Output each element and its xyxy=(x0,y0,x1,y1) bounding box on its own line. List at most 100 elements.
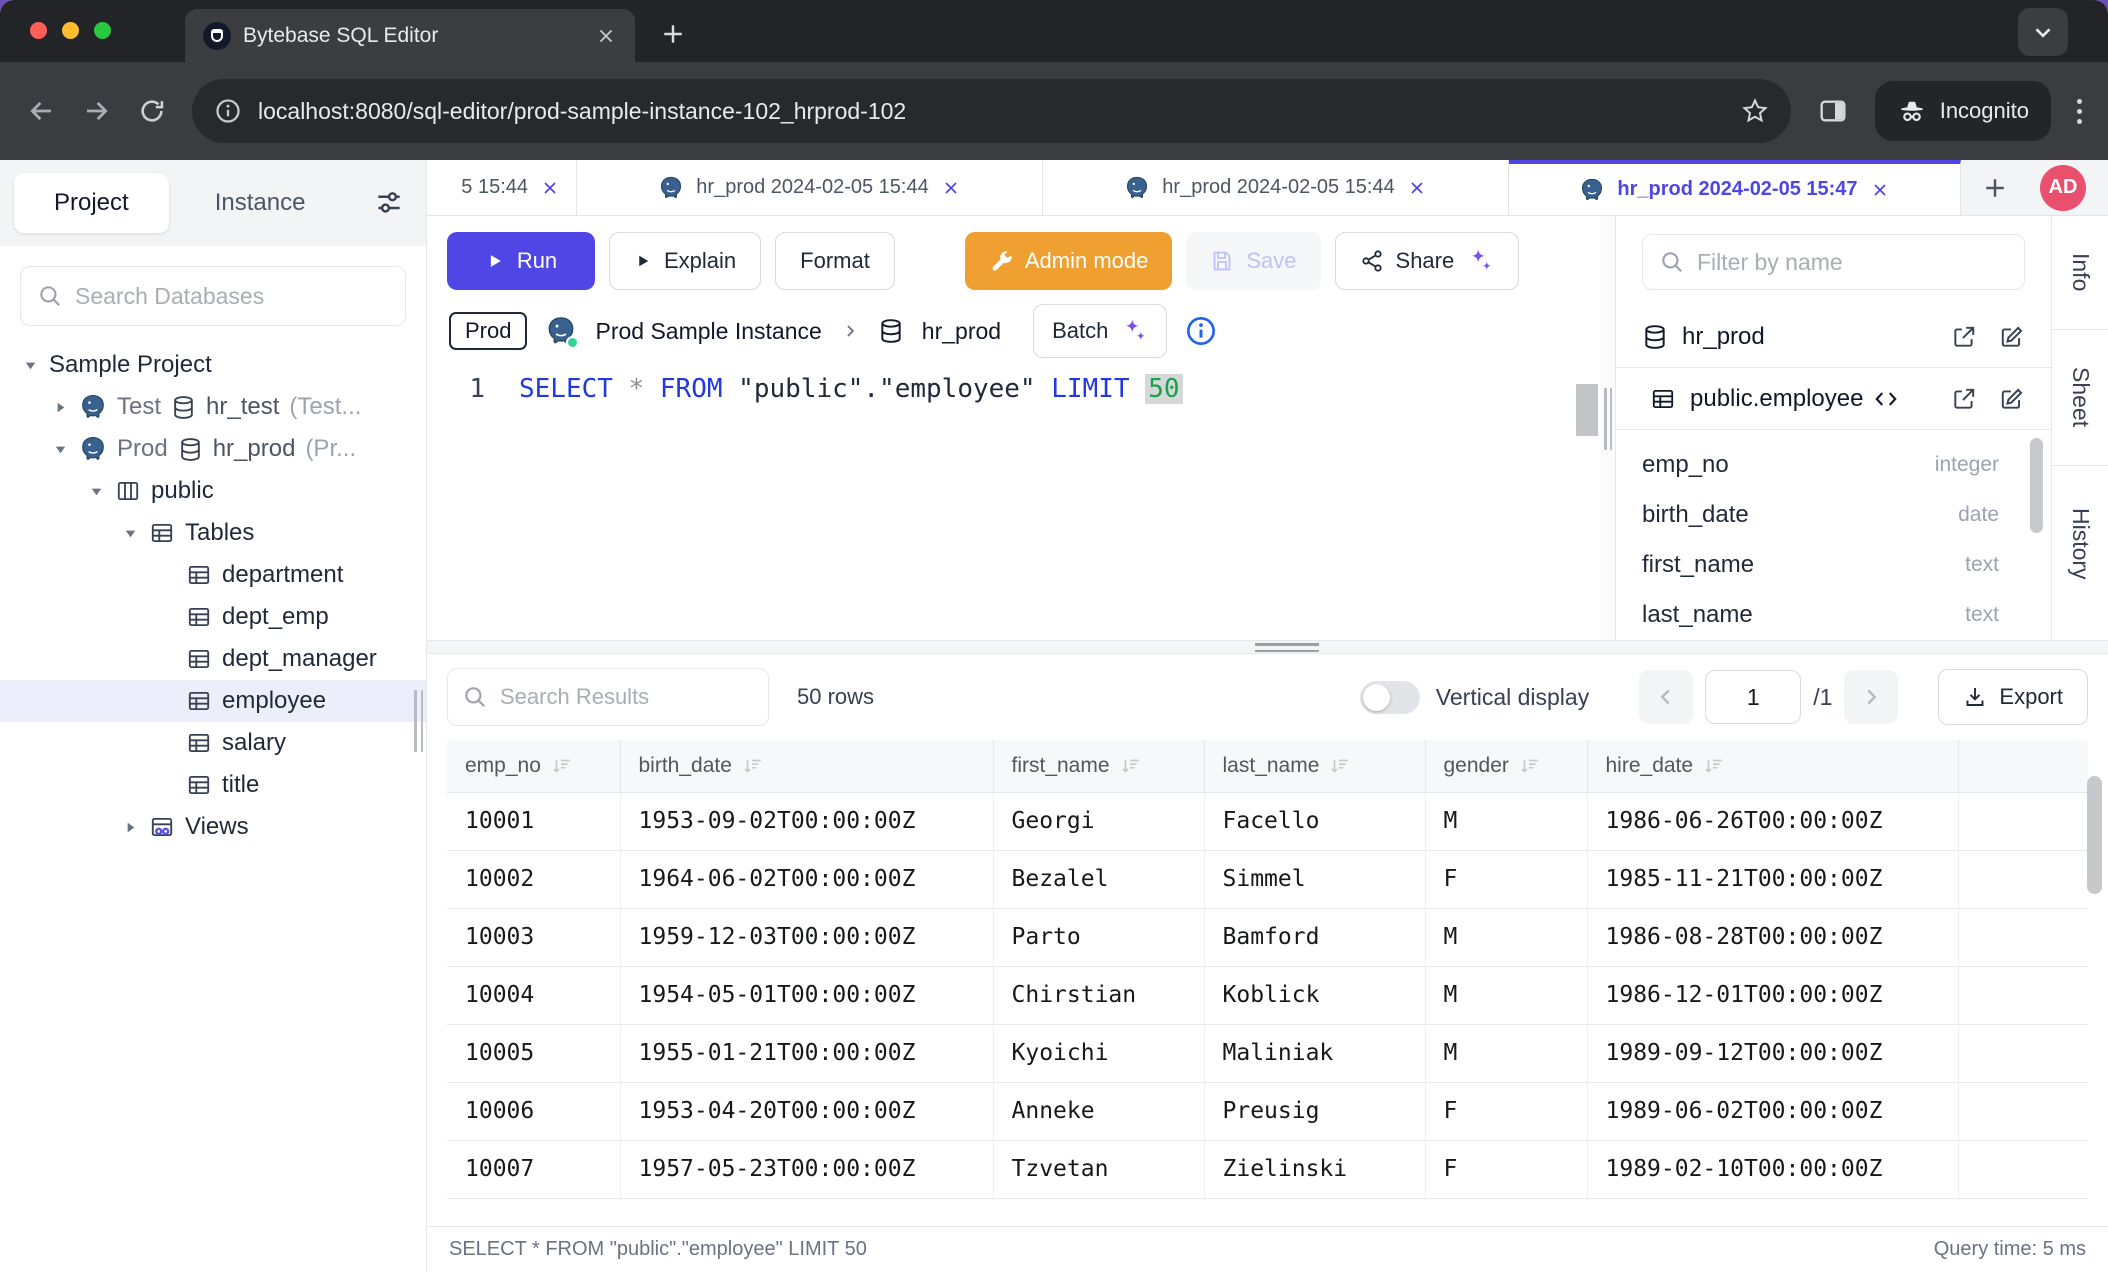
tree-node-project[interactable]: Sample Project xyxy=(0,344,426,386)
sort-icon[interactable] xyxy=(1329,755,1351,777)
results-search-box[interactable] xyxy=(447,668,769,726)
schema-panel-database-row[interactable]: hr_prod xyxy=(1616,306,2051,368)
editor-tab-2[interactable]: hr_prod 2024-02-05 15:44 xyxy=(577,160,1043,215)
column-header[interactable]: hire_date xyxy=(1587,740,1958,792)
admin-mode-button[interactable]: Admin mode xyxy=(965,232,1173,290)
sql-editor[interactable]: 1 SELECT * FROM "public"."employee" LIMI… xyxy=(427,362,1601,640)
window-controls[interactable] xyxy=(30,22,111,39)
instance-name[interactable]: Prod Sample Instance xyxy=(595,318,821,345)
column-header[interactable]: birth_date xyxy=(620,740,993,792)
results-scrollbar[interactable] xyxy=(2087,776,2102,894)
minimize-window-button[interactable] xyxy=(62,22,79,39)
database-search-box[interactable] xyxy=(20,266,406,326)
avatar[interactable]: AD xyxy=(2040,165,2086,211)
close-tab-icon[interactable] xyxy=(595,25,617,47)
tree-node-table-salary[interactable]: salary xyxy=(0,722,426,764)
column-header[interactable]: first_name xyxy=(993,740,1204,792)
forward-icon[interactable] xyxy=(82,96,112,126)
tab-history[interactable]: History xyxy=(2052,466,2108,622)
table-row[interactable]: 100041954-05-01T00:00:00ZChirstianKoblic… xyxy=(447,966,2088,1024)
sort-icon[interactable] xyxy=(1519,755,1541,777)
database-name[interactable]: hr_prod xyxy=(922,318,1001,345)
panel-resize-handle[interactable] xyxy=(1601,216,1615,640)
open-external-icon[interactable] xyxy=(1951,324,1977,350)
tree-node-table-dept-emp[interactable]: dept_emp xyxy=(0,596,426,638)
search-results-input[interactable] xyxy=(500,684,754,710)
close-icon[interactable] xyxy=(540,178,560,198)
next-page-button[interactable] xyxy=(1844,670,1898,724)
column-list-scrollbar[interactable] xyxy=(2030,438,2043,533)
editor-tab-3[interactable]: hr_prod 2024-02-05 15:44 xyxy=(1043,160,1509,215)
edit-icon[interactable] xyxy=(1999,324,2025,350)
vertical-display-toggle[interactable] xyxy=(1360,681,1420,714)
tab-project[interactable]: Project xyxy=(14,173,169,233)
run-button[interactable]: Run xyxy=(447,232,595,290)
close-icon[interactable] xyxy=(1870,180,1890,200)
table-row[interactable]: 100061953-04-20T00:00:00ZAnnekePreusigF1… xyxy=(447,1082,2088,1140)
format-button[interactable]: Format xyxy=(775,232,895,290)
add-tab-icon[interactable] xyxy=(1981,174,2009,202)
tab-sheet[interactable]: Sheet xyxy=(2052,330,2108,466)
sql-line-1[interactable]: 1 SELECT * FROM "public"."employee" LIMI… xyxy=(427,374,1601,404)
edit-icon[interactable] xyxy=(1999,386,2025,412)
site-info-icon[interactable] xyxy=(214,97,242,125)
caret-down-icon[interactable] xyxy=(88,483,105,500)
info-circle-icon[interactable] xyxy=(1185,315,1217,347)
table-row[interactable]: 100071957-05-23T00:00:00ZTzvetanZielinsk… xyxy=(447,1140,2088,1198)
horizontal-splitter[interactable] xyxy=(427,640,2108,654)
close-icon[interactable] xyxy=(941,178,961,198)
open-external-icon[interactable] xyxy=(1951,386,1977,412)
tree-node-prod-db[interactable]: Prod hr_prod (Pr... xyxy=(0,428,426,470)
caret-right-icon[interactable] xyxy=(52,399,69,416)
new-tab-button[interactable] xyxy=(659,20,687,48)
save-button[interactable]: Save xyxy=(1186,232,1320,290)
column-header[interactable]: last_name xyxy=(1204,740,1425,792)
editor-scrollbar[interactable] xyxy=(1576,384,1598,436)
editor-tab-4-active[interactable]: hr_prod 2024-02-05 15:47 xyxy=(1509,160,1961,215)
table-row[interactable]: 100021964-06-02T00:00:00ZBezalelSimmelF1… xyxy=(447,850,2088,908)
sort-icon[interactable] xyxy=(551,755,573,777)
tree-node-table-dept-manager[interactable]: dept_manager xyxy=(0,638,426,680)
tree-node-test-db[interactable]: Test hr_test (Test... xyxy=(0,386,426,428)
sidebar-filter-icon[interactable] xyxy=(374,188,404,218)
page-input[interactable] xyxy=(1705,670,1801,724)
browser-menu-button[interactable] xyxy=(2077,99,2082,124)
tree-node-table-employee-selected[interactable]: employee xyxy=(0,680,426,722)
close-window-button[interactable] xyxy=(30,22,47,39)
browser-tab[interactable]: Bytebase SQL Editor xyxy=(185,9,635,62)
tree-node-views-group[interactable]: Views xyxy=(0,806,426,848)
close-icon[interactable] xyxy=(1407,178,1427,198)
address-bar[interactable]: localhost:8080/sql-editor/prod-sample-in… xyxy=(192,79,1791,143)
caret-down-icon[interactable] xyxy=(52,441,69,458)
column-header[interactable]: gender xyxy=(1425,740,1587,792)
tab-info[interactable]: Info xyxy=(2052,216,2108,330)
tab-instance[interactable]: Instance xyxy=(175,173,346,233)
share-button[interactable]: Share xyxy=(1335,232,1520,290)
tree-node-schema-public[interactable]: public xyxy=(0,470,426,512)
column-row[interactable]: birth_date date xyxy=(1642,490,2025,540)
filter-box[interactable] xyxy=(1642,234,2025,290)
schema-panel-table-row[interactable]: public.employee xyxy=(1616,368,2051,430)
code-icon[interactable] xyxy=(1873,386,1899,412)
sidebar-resize-handle[interactable] xyxy=(414,690,423,752)
tab-search-button[interactable] xyxy=(2018,8,2068,56)
search-databases-input[interactable] xyxy=(75,283,389,310)
column-row[interactable]: emp_no integer xyxy=(1642,440,2025,490)
splitter-grip[interactable] xyxy=(1255,643,1319,652)
filter-by-name-input[interactable] xyxy=(1697,249,2008,276)
column-header[interactable]: emp_no xyxy=(447,740,620,792)
caret-right-icon[interactable] xyxy=(122,819,139,836)
export-button[interactable]: Export xyxy=(1938,669,2088,725)
caret-down-icon[interactable] xyxy=(122,525,139,542)
sort-icon[interactable] xyxy=(1120,755,1142,777)
maximize-window-button[interactable] xyxy=(94,22,111,39)
tree-node-tables-group[interactable]: Tables xyxy=(0,512,426,554)
caret-down-icon[interactable] xyxy=(22,357,39,374)
reload-icon[interactable] xyxy=(138,97,166,125)
tree-node-table-department[interactable]: department xyxy=(0,554,426,596)
sort-icon[interactable] xyxy=(1703,755,1725,777)
column-row[interactable]: last_name text xyxy=(1642,590,2025,640)
url-text[interactable]: localhost:8080/sql-editor/prod-sample-in… xyxy=(258,98,1725,125)
explain-button[interactable]: Explain xyxy=(609,232,761,290)
editor-tab-1[interactable]: 5 15:44 xyxy=(427,160,577,215)
